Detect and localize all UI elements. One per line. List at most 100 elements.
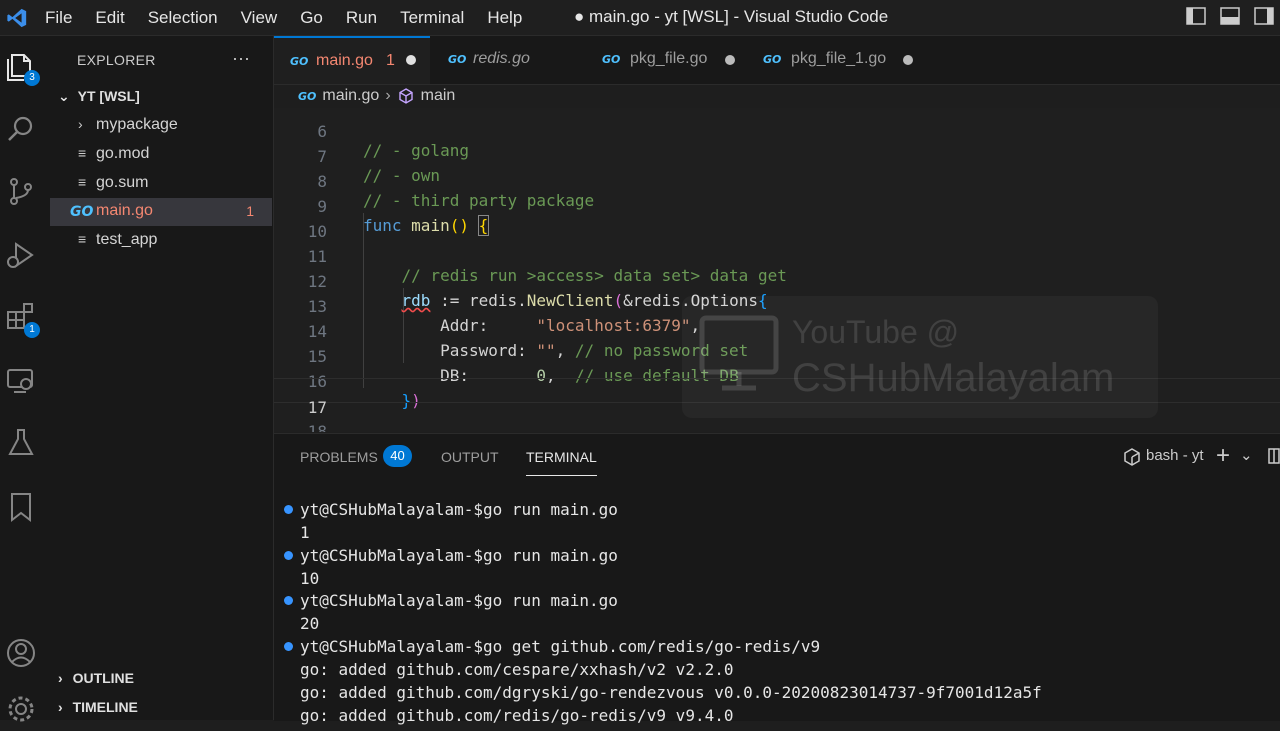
watermark-line-1: YouTube @ xyxy=(792,314,960,350)
breadcrumb-file[interactable]: main.go xyxy=(322,87,379,105)
tree-item-label: go.sum xyxy=(96,174,149,191)
tab-terminal[interactable]: TERMINAL xyxy=(526,449,597,476)
tree-item-main-go[interactable]: GO main.go 1 xyxy=(50,198,272,226)
code-editor[interactable]: 6 // - golang 7 // - own 8 // - third pa… xyxy=(274,108,1280,432)
menu-help[interactable]: Help xyxy=(487,8,522,28)
code-line: 8 // - third party package xyxy=(274,153,1280,210)
breadcrumb: GO main.go › main xyxy=(298,87,455,105)
more-actions-icon[interactable]: ··· xyxy=(232,48,250,69)
timeline-label: TIMELINE xyxy=(72,699,138,715)
title-bar: File Edit Selection View Go Run Terminal… xyxy=(0,0,1280,36)
tree-item-mypackage[interactable]: › mypackage xyxy=(50,112,272,140)
menu-terminal[interactable]: Terminal xyxy=(400,8,464,28)
go-file-icon: GO xyxy=(448,53,467,66)
tab-output[interactable]: OUTPUT xyxy=(441,449,499,465)
terminal-line: go: added github.com/cespare/xxhash/v2 v… xyxy=(300,660,734,679)
command-success-dot-icon[interactable] xyxy=(284,505,293,514)
remote-explorer-icon[interactable] xyxy=(4,364,38,398)
terminal-shell-name[interactable]: bash - yt xyxy=(1146,447,1204,464)
bottom-panel: PROBLEMS 40 OUTPUT TERMINAL bash - yt + … xyxy=(274,433,1280,725)
window-title: ● main.go - yt [WSL] - Visual Studio Cod… xyxy=(574,7,889,26)
tab-problem-count: 1 xyxy=(386,52,395,69)
explorer-sidebar: EXPLORER ··· ⌄ YT [WSL] › mypackage ≡ go… xyxy=(50,36,274,720)
breadcrumb-symbol[interactable]: main xyxy=(421,87,456,105)
code-line: 7 // - own xyxy=(274,128,1280,185)
tab-main-go[interactable]: GO main.go 1 xyxy=(274,36,430,84)
tree-item-go-mod[interactable]: ≡ go.mod xyxy=(50,141,272,169)
command-success-dot-icon[interactable] xyxy=(284,596,293,605)
toggle-secondary-sidebar-icon[interactable] xyxy=(1254,7,1274,25)
chevron-right-icon: › xyxy=(385,87,391,104)
menu-selection[interactable]: Selection xyxy=(148,8,218,28)
menu-bar: File Edit Selection View Go Run Terminal… xyxy=(45,0,545,35)
tab-label: main.go xyxy=(316,52,373,69)
terminal-line: go: added github.com/redis/go-redis/v9 v… xyxy=(300,706,734,725)
explorer-title: EXPLORER xyxy=(77,52,156,68)
bookmark-icon[interactable] xyxy=(4,490,38,524)
source-control-icon[interactable] xyxy=(4,174,38,208)
timeline-section[interactable]: › TIMELINE xyxy=(58,699,138,715)
terminal-line: yt@CSHubMalayalam-$go run main.go xyxy=(300,500,618,519)
watermark-line-2: CSHubMalayalam xyxy=(792,356,1115,400)
menu-file[interactable]: File xyxy=(45,8,72,28)
testing-icon[interactable] xyxy=(4,426,38,460)
terminal-line: 10 xyxy=(300,569,320,588)
code-line: 11 // redis run >access> data set> data … xyxy=(274,228,1280,285)
terminal-line: yt@CSHubMalayalam-$go run main.go xyxy=(300,591,618,610)
tab-label: pkg_file.go xyxy=(630,50,708,67)
tab-label: redis.go xyxy=(473,50,530,67)
tree-item-label: mypackage xyxy=(96,116,178,133)
command-success-dot-icon[interactable] xyxy=(284,551,293,560)
workspace-root-label: YT [WSL] xyxy=(77,88,140,104)
settings-gear-icon[interactable] xyxy=(4,692,38,726)
tree-item-label: main.go xyxy=(96,202,153,219)
tab-pkg-file-go[interactable]: GO pkg_file.go xyxy=(586,36,746,84)
go-file-icon: GO xyxy=(602,53,621,66)
tree-item-go-sum[interactable]: ≡ go.sum xyxy=(50,170,272,198)
go-file-icon: GO xyxy=(298,89,317,103)
terminal-shell-icon xyxy=(1124,448,1140,466)
tree-item-test-app[interactable]: ≡ test_app xyxy=(50,227,272,255)
menu-go[interactable]: Go xyxy=(300,8,323,28)
explorer-icon[interactable]: 3 xyxy=(4,50,40,86)
problem-count: 1 xyxy=(246,203,254,219)
chevron-right-icon: › xyxy=(78,116,83,132)
split-terminal-icon[interactable] xyxy=(1268,448,1280,464)
terminal-line: 1 xyxy=(300,523,310,542)
extensions-badge: 1 xyxy=(24,322,40,338)
file-lines-icon: ≡ xyxy=(78,231,87,247)
toggle-sidebar-icon[interactable] xyxy=(1186,7,1206,25)
monitor-logo-icon xyxy=(699,315,779,391)
go-file-icon: GO xyxy=(70,204,94,220)
unsaved-dot-icon[interactable] xyxy=(903,55,913,65)
chevron-right-icon: › xyxy=(58,670,63,686)
run-debug-icon[interactable] xyxy=(4,238,38,272)
terminal-line: yt@CSHubMalayalam-$go run main.go xyxy=(300,546,618,565)
vscode-logo-icon xyxy=(7,8,27,28)
tab-label: pkg_file_1.go xyxy=(791,50,887,67)
tab-pkg-file-1-go[interactable]: GO pkg_file_1.go xyxy=(746,36,916,84)
search-icon[interactable] xyxy=(4,112,38,146)
menu-run[interactable]: Run xyxy=(346,8,377,28)
workspace-root-folder[interactable]: ⌄ YT [WSL] xyxy=(58,88,140,105)
activity-bar: 3 1 xyxy=(0,36,50,722)
outline-section[interactable]: › OUTLINE xyxy=(58,670,134,686)
new-terminal-plus-icon[interactable]: + xyxy=(1216,442,1230,470)
terminal-line: go: added github.com/dgryski/go-rendezvo… xyxy=(300,683,1042,702)
command-success-dot-icon[interactable] xyxy=(284,642,293,651)
code-line: 9 func main() { xyxy=(274,178,1280,236)
terminal-line: 20 xyxy=(300,614,320,633)
menu-view[interactable]: View xyxy=(241,8,278,28)
extensions-icon[interactable]: 1 xyxy=(4,300,40,338)
tree-item-label: go.mod xyxy=(96,145,150,162)
chevron-down-icon[interactable]: ⌄ xyxy=(1240,446,1253,464)
tab-redis-go[interactable]: GO redis.go xyxy=(430,36,586,84)
toggle-panel-icon[interactable] xyxy=(1220,7,1240,25)
unsaved-dot-icon[interactable] xyxy=(406,55,416,65)
tab-problems[interactable]: PROBLEMS xyxy=(300,449,378,465)
method-cube-icon xyxy=(398,88,413,104)
account-icon[interactable] xyxy=(4,636,38,670)
unsaved-dot-icon[interactable] xyxy=(725,55,735,65)
menu-edit[interactable]: Edit xyxy=(95,8,124,28)
editor-tabs: GO main.go 1 GO redis.go GO pkg_file.go … xyxy=(274,36,1280,85)
